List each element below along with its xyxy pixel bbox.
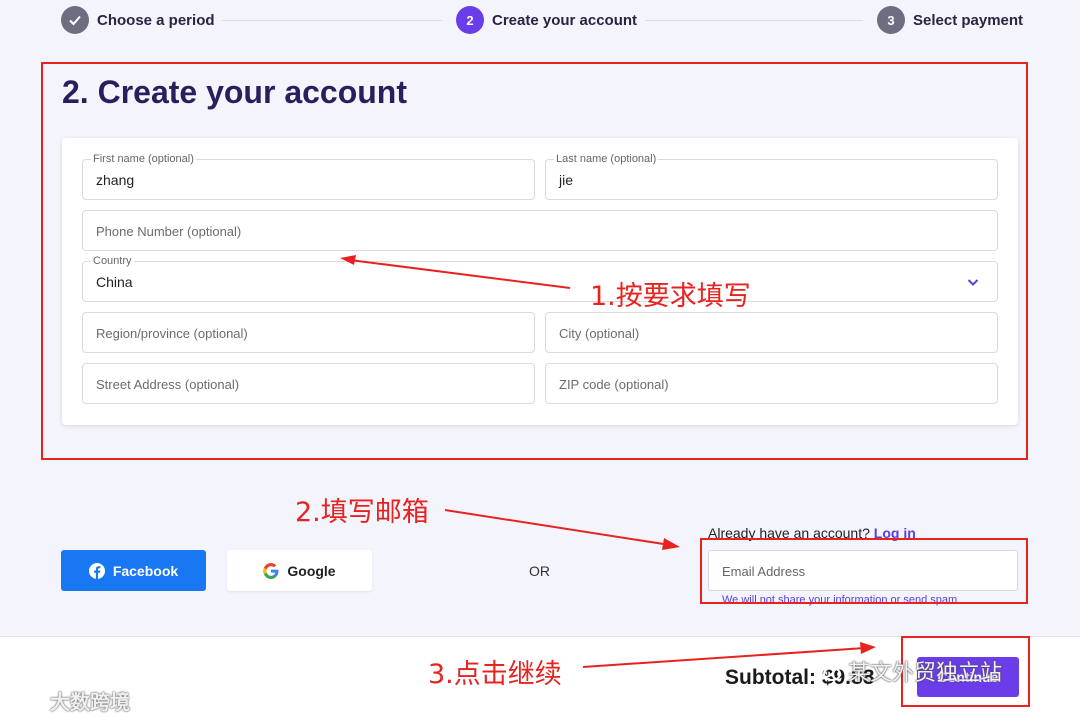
watermark-text: 某文外贸独立站 (848, 661, 1003, 686)
zip-field[interactable]: ZIP code (optional) (545, 363, 998, 404)
checkmark-icon (61, 6, 89, 34)
step-label: Select payment (913, 11, 1024, 29)
annotation-box-email (700, 538, 1028, 604)
field-placeholder: Region/province (optional) (96, 326, 248, 341)
region-field[interactable]: Region/province (optional) (82, 312, 535, 353)
field-value: China (96, 274, 133, 290)
annotation-arrow-1 (340, 255, 571, 289)
checkout-stepper: Choose a period 2 Create your account 3 … (0, 0, 1080, 40)
step-choose-period[interactable]: Choose a period (61, 6, 215, 34)
field-label: Country (91, 255, 134, 267)
facebook-icon (88, 562, 105, 579)
or-divider: OR (529, 563, 550, 579)
annotation-step3: 3.点击继续 (428, 659, 562, 690)
city-field[interactable]: City (optional) (545, 312, 998, 353)
google-icon (263, 562, 279, 579)
field-placeholder: Street Address (optional) (96, 377, 240, 392)
step-number: 3 (877, 6, 905, 34)
step-select-payment[interactable]: 3 Select payment (877, 6, 1023, 34)
step-label: Choose a period (97, 11, 215, 29)
watermark-right: 某文外贸独立站 (812, 655, 1002, 687)
field-label: First name (optional) (91, 153, 196, 165)
field-value: jie (559, 172, 574, 188)
watermark-text: 大数跨境 (50, 690, 130, 714)
phone-field[interactable]: Phone Number (optional) (82, 210, 998, 251)
step-number: 2 (456, 6, 484, 34)
step-label: Create your account (492, 11, 638, 29)
step-connector (222, 20, 442, 21)
annotation-step1: 1.按要求填写 (590, 281, 751, 312)
step-connector (645, 20, 863, 21)
step-create-account[interactable]: 2 Create your account (456, 6, 637, 34)
button-label: Google (287, 562, 336, 579)
button-label: Facebook (112, 562, 179, 579)
annotation-step2: 2.填写邮箱 (295, 497, 429, 528)
last-name-field[interactable]: Last name (optional) jie (545, 153, 998, 200)
wechat-icon (813, 660, 841, 681)
first-name-field[interactable]: First name (optional) zhang (82, 153, 535, 200)
field-value: zhang (96, 172, 135, 188)
annotation-arrow-2 (444, 509, 680, 550)
field-label: Last name (optional) (554, 153, 659, 165)
watermark-left: 大数跨境 (10, 686, 130, 715)
watermark-logo-icon (11, 693, 45, 708)
google-login-button[interactable]: Google (227, 550, 372, 591)
street-field[interactable]: Street Address (optional) (82, 363, 535, 404)
chevron-down-icon (967, 279, 979, 286)
field-placeholder: ZIP code (optional) (559, 377, 669, 392)
field-placeholder: Phone Number (optional) (96, 224, 242, 239)
page-title: 2. Create your account (62, 74, 407, 110)
field-placeholder: City (optional) (559, 326, 640, 341)
facebook-login-button[interactable]: Facebook (61, 550, 206, 591)
